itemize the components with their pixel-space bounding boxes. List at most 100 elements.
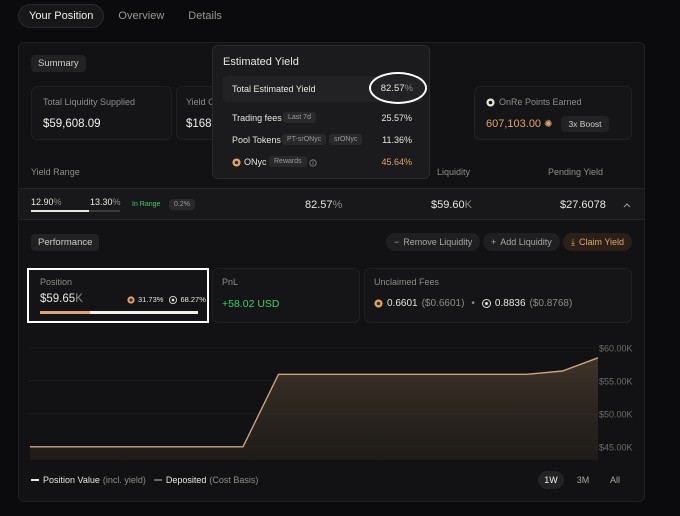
share-bar [40, 311, 198, 314]
yield-row-trading-fees: Trading fees Last 7d 25.57% [232, 112, 412, 126]
apy-pct: % [332, 199, 343, 211]
tab-your-position[interactable]: Your Position [18, 4, 105, 28]
legend-deposited-label: Deposited [165, 475, 207, 485]
add-liquidity-label: Add Liquidity [500, 237, 552, 247]
pnl-value: +58.02 USD [222, 298, 280, 310]
y-tick-label: $45.00K [599, 442, 633, 452]
legend-position-note: (incl. yield) [102, 475, 146, 485]
remove-liquidity-label: Remove Liquidity [403, 237, 473, 247]
range-low: 12.90% [31, 197, 62, 207]
fee-a: 0.6601 [387, 298, 418, 309]
total-yield-label: Total Estimated Yield [232, 84, 316, 94]
info-icon[interactable] [309, 159, 317, 167]
position-box: Position $59.65K 31.73% 68.27% [27, 268, 209, 323]
points-label: OnRe Points Earned [499, 97, 582, 107]
fee-b-usd: ($0.8768) [529, 298, 573, 309]
position-share: 31.73% 68.27% [127, 295, 206, 304]
points-value-row: 607,103.00 ✺ 3x Boost [486, 116, 609, 132]
position-label: Position [40, 277, 73, 287]
range-1w-button[interactable]: 1W [538, 471, 564, 489]
position-row[interactable]: 12.90% 13.30% In Range 0.2% 82.57% $59.6… [19, 188, 644, 220]
onyc-fee-icon [374, 299, 383, 308]
tab-overview[interactable]: Overview [108, 4, 174, 28]
range-bar [31, 210, 120, 212]
range-width-badge: 0.2% [169, 199, 195, 210]
plus-icon: + [491, 237, 497, 247]
remove-liquidity-button[interactable]: − Remove Liquidity [386, 233, 481, 251]
yield-claimed-box: Yield Cl $168.7 [176, 86, 221, 140]
liquidity-unit: K [464, 199, 472, 211]
apy-value: 82.57% [305, 199, 342, 211]
unclaimed-fees-label: Unclaimed Fees [374, 277, 440, 287]
estimated-yield-title: Estimated Yield [223, 56, 299, 68]
unclaimed-fees-values: 0.6601 ($0.6601) • 0.8836 ($0.8768) [374, 298, 572, 309]
legend-deposited-note: (Cost Basis) [209, 475, 259, 485]
y-axis-ticks: $60.00K $55.00K $50.00K $45.00K [599, 343, 633, 452]
share-b: 68.27% [180, 295, 206, 304]
onre-token-icon [169, 295, 178, 304]
summary-label: Summary [31, 55, 86, 72]
y-tick-label: $55.00K [599, 376, 633, 386]
pending-yield-value: $27.6078 [560, 199, 606, 211]
claim-yield-label: Claim Yield [578, 237, 625, 247]
range-low-value: 12.90 [31, 197, 54, 207]
onyc-icon [232, 158, 241, 167]
in-range-badge: In Range [132, 201, 161, 208]
position-value-area [30, 357, 598, 460]
yield-row-onyc: ONyc Rewards 45.64% [232, 156, 412, 170]
y-tick-label: $60.00K [599, 343, 633, 353]
tab-details[interactable]: Details [178, 4, 232, 28]
range-high-value: 13.30 [90, 197, 113, 207]
range-all-button[interactable]: All [602, 471, 628, 489]
pending-yield-header: Pending Yield [548, 167, 604, 177]
chevron-up-icon[interactable] [623, 202, 631, 208]
share-a: 31.73% [138, 295, 164, 304]
range-high: 13.30% [90, 197, 121, 207]
total-liquidity-label: Total Liquidity Supplied [43, 97, 136, 107]
tab-bar: Your Position Overview Details [18, 4, 236, 28]
onyc-label: ONyc [244, 157, 267, 167]
boost-badge: 3x Boost [561, 116, 609, 132]
points-label-row: OnRe Points Earned [486, 97, 582, 107]
y-tick-label: $50.00K [599, 409, 633, 419]
download-icon: ⤓ [571, 236, 575, 247]
position-unit: K [75, 293, 83, 305]
minus-icon: − [394, 237, 400, 247]
pool-tokens-value: 11.36% [382, 135, 412, 145]
fee-b: 0.8836 [494, 298, 526, 309]
claim-yield-button[interactable]: ⤓ Claim Yield [563, 233, 633, 251]
trading-fees-tag: Last 7d [283, 112, 316, 123]
estimated-yield-popup: Estimated Yield Total Estimated Yield 82… [212, 45, 430, 179]
fee-a-usd: ($0.6601) [421, 298, 465, 309]
legend-position-swatch [31, 479, 39, 481]
position-value: $59.65K [40, 293, 83, 305]
performance-chart: $60.00K $55.00K $50.00K $45.00K [28, 343, 633, 460]
range-low-pct: % [53, 197, 62, 207]
trading-fees-label: Trading fees [232, 113, 282, 123]
points-value: 607,103.00 [486, 118, 542, 130]
total-yield-row: Total Estimated Yield 82.57% [223, 72, 427, 104]
range-selector: 1W 3M All [538, 471, 628, 489]
liquidity-header: Liquidity [437, 167, 471, 177]
trading-fees-value: 25.57% [381, 113, 412, 123]
range-3m-button[interactable]: 3M [570, 471, 596, 489]
pnl-box: PnL +58.02 USD [212, 268, 360, 323]
total-liquidity-value: $59,608.09 [43, 118, 101, 130]
range-high-pct: % [112, 197, 121, 207]
onyc-value: 45.64% [381, 157, 412, 167]
onyc-token-icon [127, 295, 135, 304]
range-bar-marker [31, 210, 89, 212]
onre-logo-icon [486, 97, 495, 107]
pnl-label: PnL [222, 277, 239, 287]
liquidity-value: $59.60K [431, 199, 472, 211]
legend-deposited-swatch [153, 479, 162, 481]
position-number: $59.65 [40, 293, 76, 305]
yield-range-header: Yield Range [31, 167, 80, 177]
pool-tokens-tag-a: PT-srONyc [282, 134, 327, 145]
pool-tokens-tag-b: srONyc [329, 134, 363, 145]
add-liquidity-button[interactable]: + Add Liquidity [483, 233, 560, 251]
unclaimed-fees-box: Unclaimed Fees 0.6601 ($0.6601) • 0.8836… [364, 268, 632, 323]
total-yield-highlight-ring [369, 72, 427, 104]
share-bar-fill [40, 311, 91, 314]
apy-number: 82.57 [305, 199, 333, 211]
